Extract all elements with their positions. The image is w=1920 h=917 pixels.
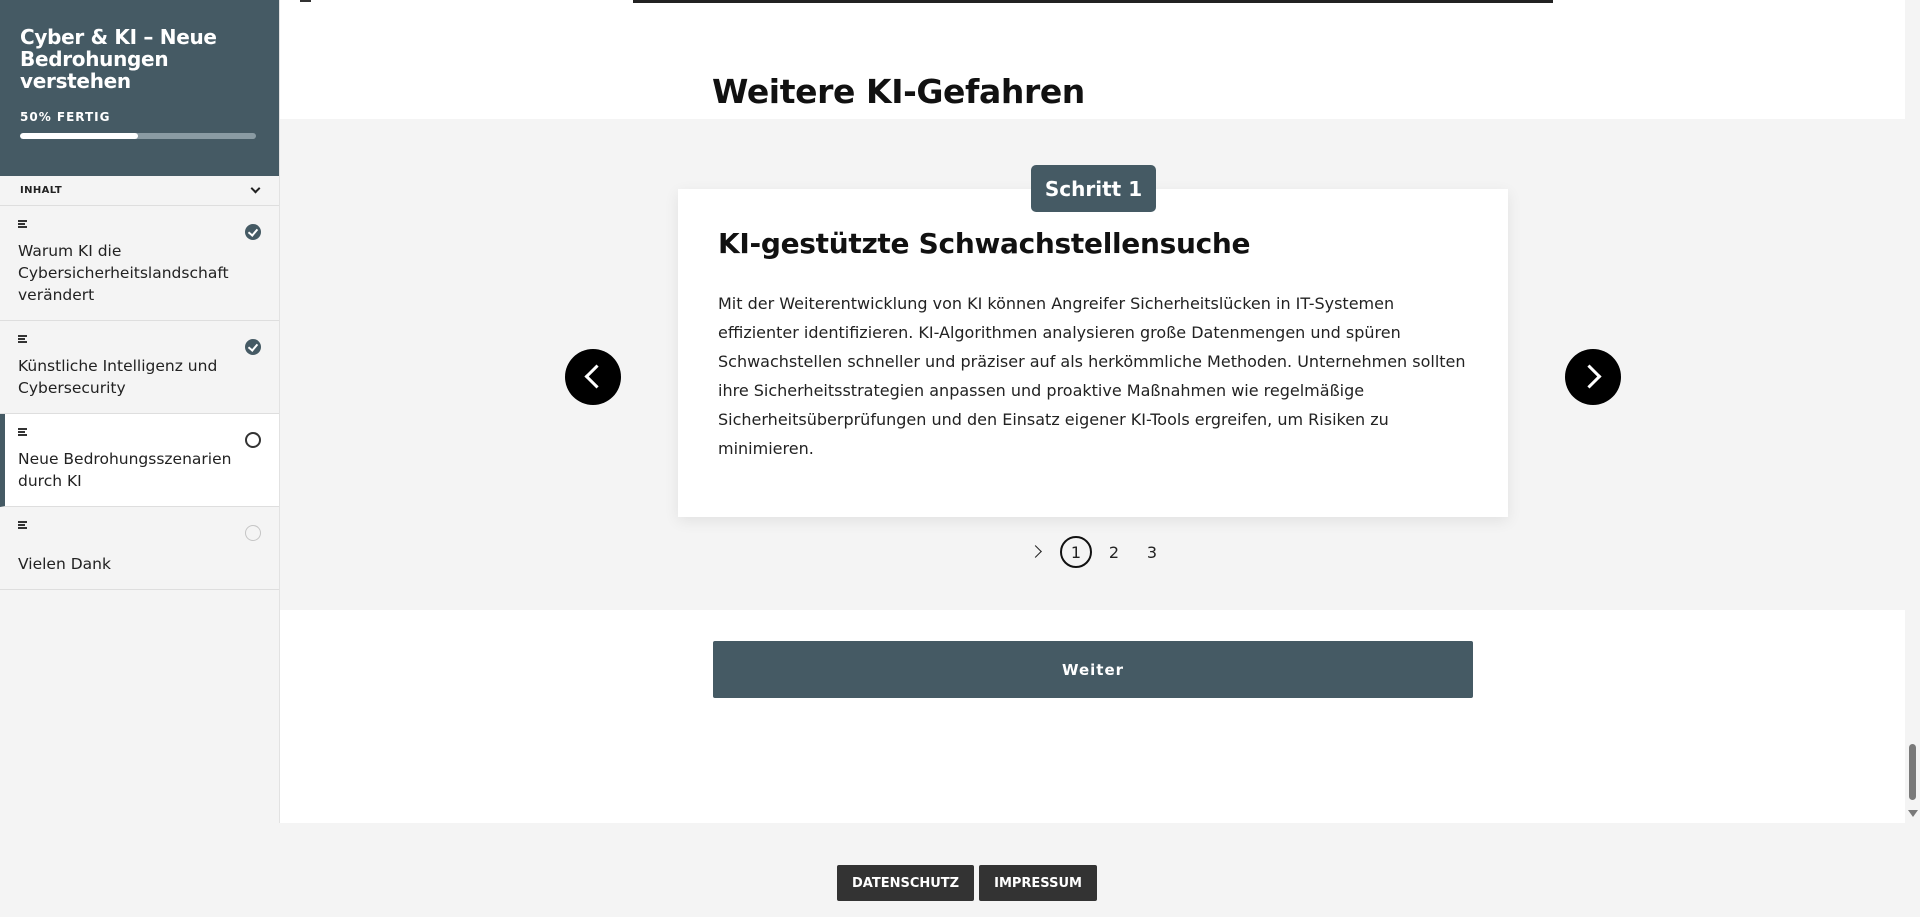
content-label: INHALT <box>20 185 63 196</box>
carousel-card: KI-gestützte Schwachstellensuche Mit der… <box>678 189 1508 517</box>
carousel-pagination: 1 2 3 <box>1028 536 1174 568</box>
continue-button[interactable]: Weiter <box>713 641 1473 698</box>
sidebar-header: Cyber & KI – Neue Bedrohungen verstehen … <box>0 0 279 176</box>
lesson-title: Neue Bedrohungsszenarien durch KI <box>18 450 232 490</box>
lesson-text-icon <box>18 428 28 436</box>
progress-bar <box>20 133 256 139</box>
content-toggle[interactable]: INHALT <box>0 176 279 206</box>
lesson-item[interactable]: Warum KI die Cybersicherheitslandschaft … <box>0 206 279 321</box>
lesson-content: Weitere KI-Gefahren KI-gestützte Schwach… <box>280 0 1905 823</box>
card-title: KI-gestützte Schwachstellensuche <box>718 227 1251 260</box>
lesson-title: Vielen Dank <box>18 555 111 573</box>
scrollbar[interactable] <box>1905 0 1920 823</box>
lesson-item-current[interactable]: Neue Bedrohungsszenarien durch KI <box>0 414 279 507</box>
completed-check-icon <box>245 224 261 240</box>
next-slide-button[interactable] <box>1565 349 1621 405</box>
privacy-button[interactable]: DATENSCHUTZ <box>837 865 975 901</box>
lesson-item[interactable]: Vielen Dank <box>0 507 279 590</box>
progress-bar-fill <box>20 133 138 139</box>
lesson-text-icon <box>18 220 28 228</box>
lesson-item[interactable]: Künstliche Intelligenz und Cybersecurity <box>0 321 279 414</box>
lesson-text-icon <box>18 335 28 343</box>
in-progress-circle-icon <box>245 432 261 448</box>
page-2-button[interactable]: 2 <box>1098 536 1130 568</box>
process-carousel: KI-gestützte Schwachstellensuche Mit der… <box>280 119 1905 610</box>
course-title: Cyber & KI – Neue Bedrohungen verstehen <box>20 25 217 93</box>
page-1-button[interactable]: 1 <box>1060 536 1092 568</box>
section-title: Weitere KI-Gefahren <box>712 72 1085 111</box>
page-3-button[interactable]: 3 <box>1136 536 1168 568</box>
previous-slide-button[interactable] <box>565 349 621 405</box>
card-body: Mit der Weiterentwicklung von KI können … <box>718 294 1466 458</box>
media-block-edge <box>633 0 1553 3</box>
completed-check-icon <box>245 339 261 355</box>
step-badge: Schritt 1 <box>1031 165 1156 212</box>
course-sidebar: Cyber & KI – Neue Bedrohungen verstehen … <box>0 0 280 823</box>
menu-icon[interactable] <box>300 0 311 2</box>
chevron-right-icon[interactable] <box>1028 537 1048 567</box>
footer: DATENSCHUTZ IMPRESSUM <box>0 847 1920 917</box>
scroll-down-arrow-icon[interactable] <box>1908 810 1918 817</box>
not-started-circle-icon <box>245 525 261 541</box>
chevron-down-icon <box>250 183 261 194</box>
lesson-title: Warum KI die Cybersicherheitslandschaft … <box>18 242 229 304</box>
progress-label: 50% FERTIG <box>20 110 111 124</box>
lesson-text-icon <box>18 521 28 529</box>
scrollbar-thumb[interactable] <box>1909 744 1916 800</box>
imprint-button[interactable]: IMPRESSUM <box>979 865 1097 901</box>
lesson-title: Künstliche Intelligenz und Cybersecurity <box>18 357 218 397</box>
